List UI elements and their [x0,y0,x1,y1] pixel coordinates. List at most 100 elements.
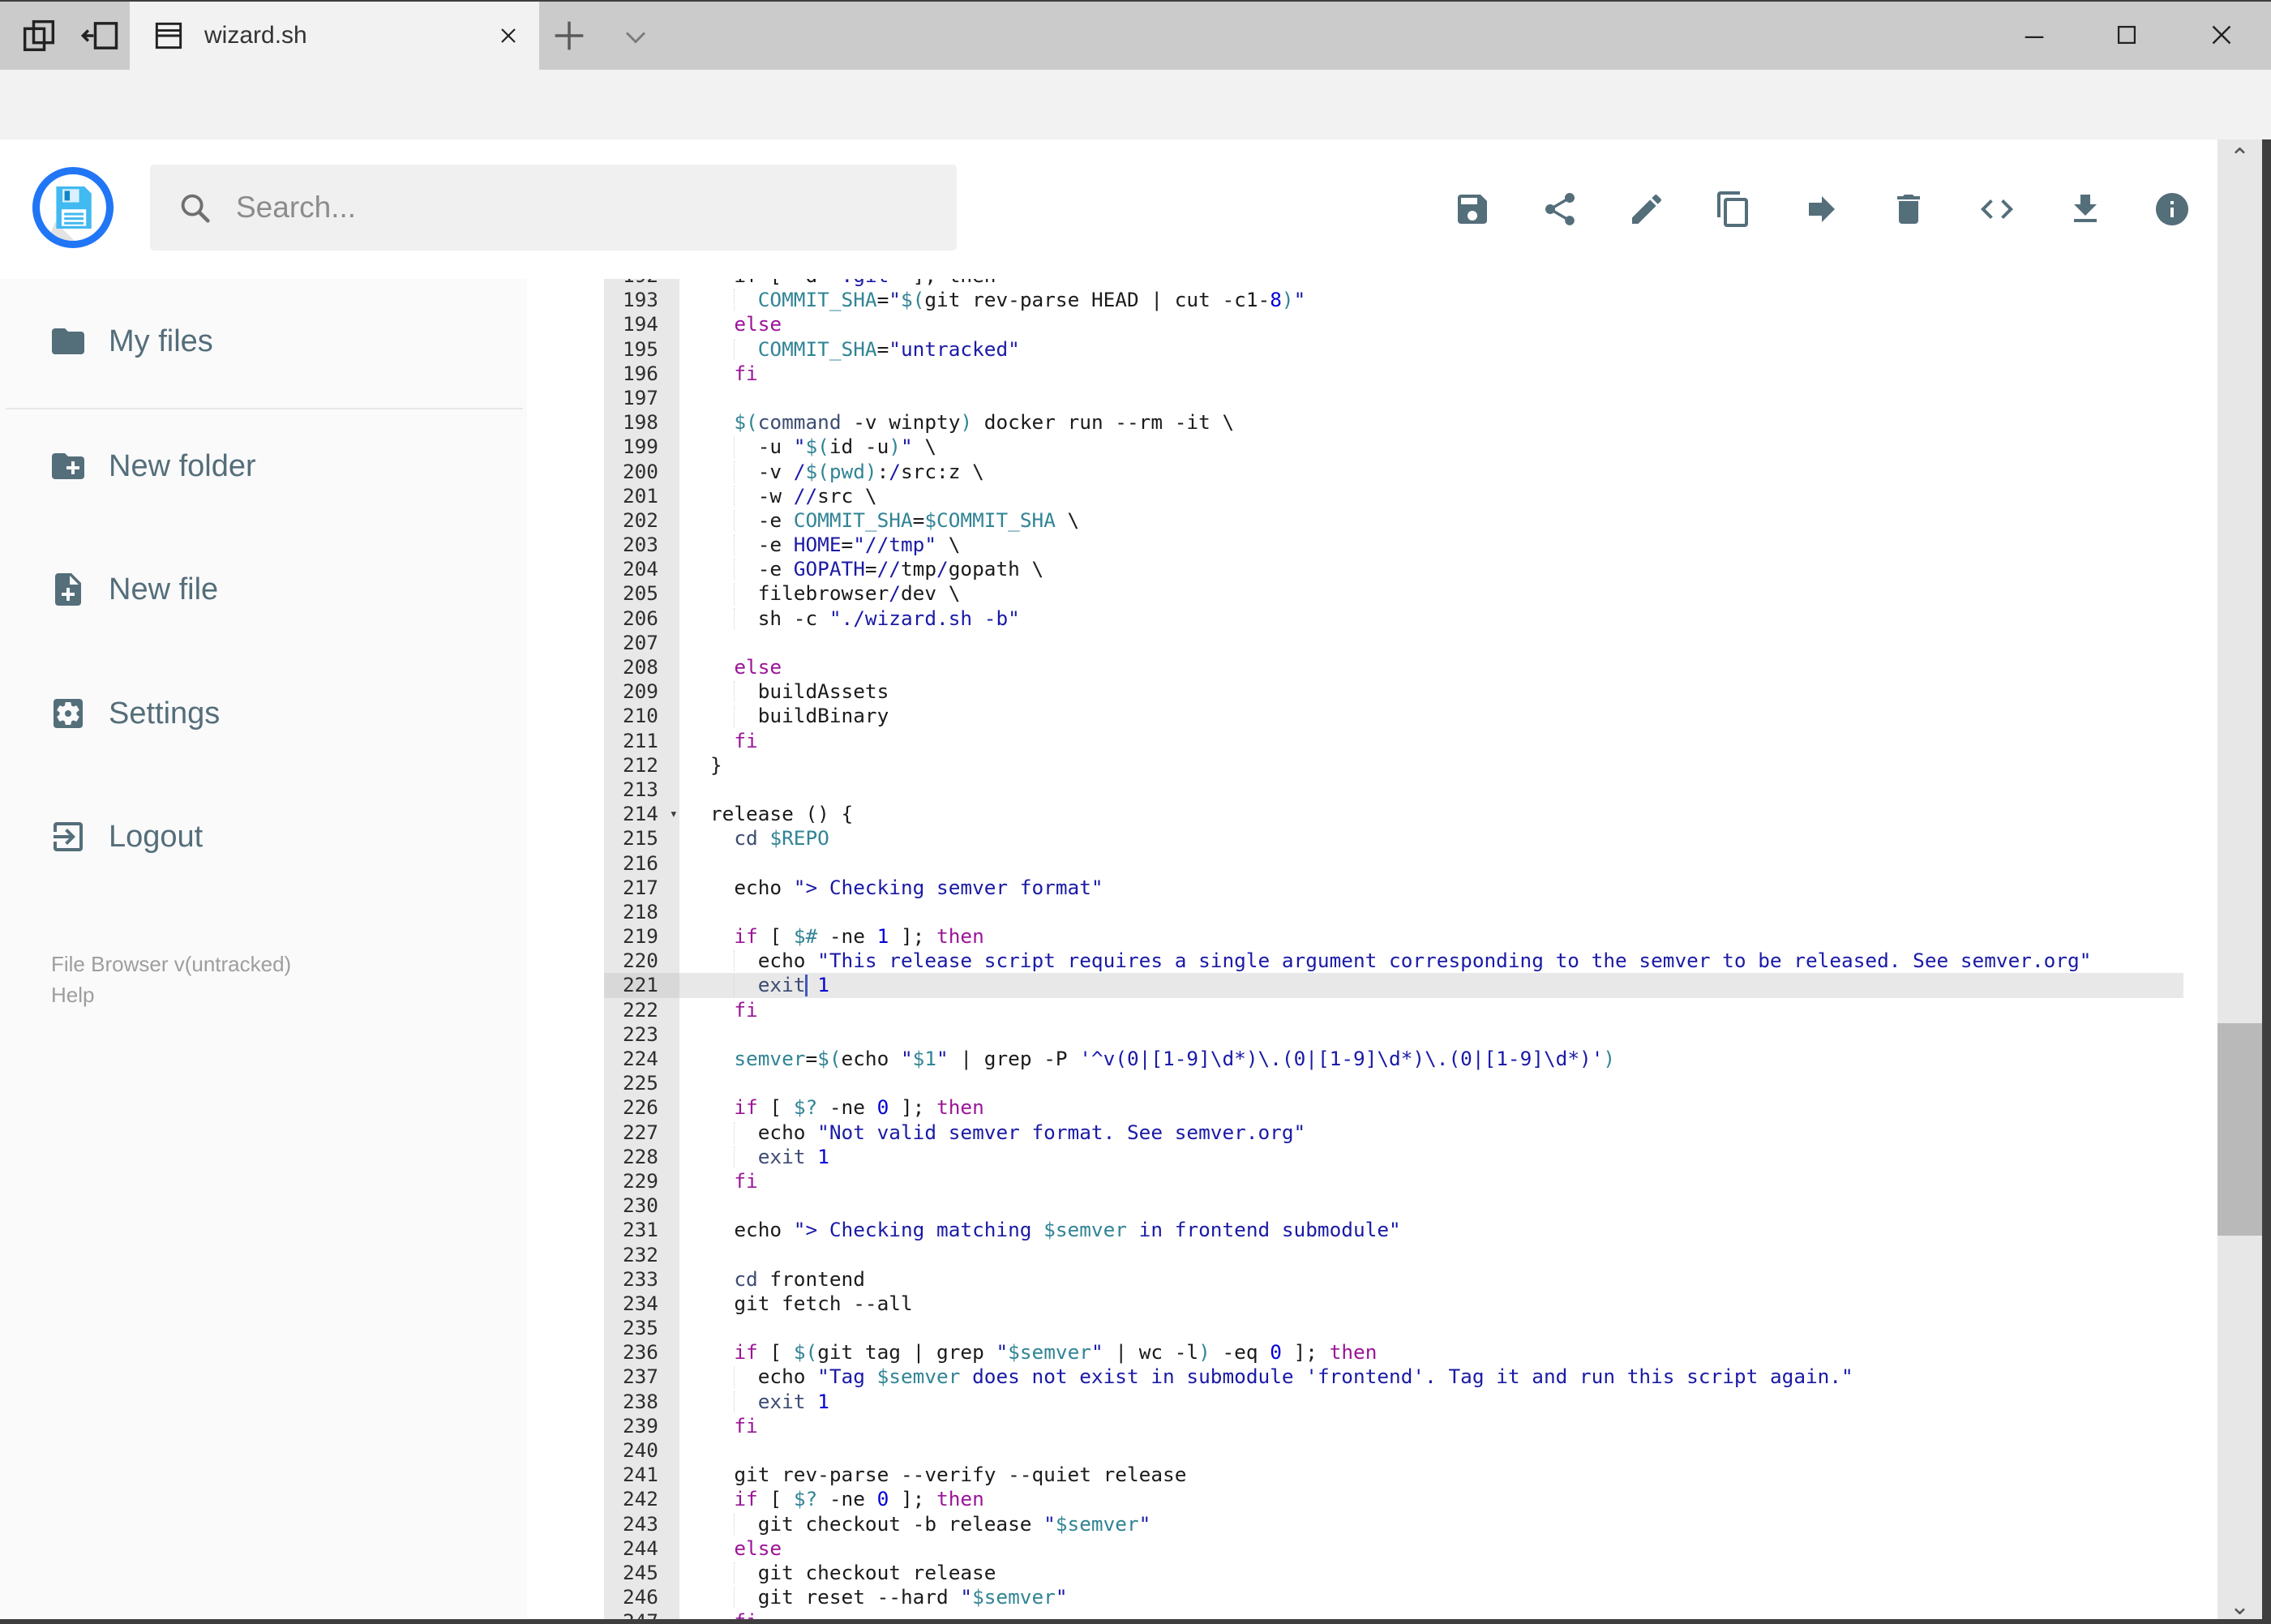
code-line-193[interactable]: COMMIT_SHA="$(git rev-parse HEAD | cut -… [679,288,2183,312]
tab-wizard-sh[interactable]: wizard.sh [130,2,539,70]
code-line-225[interactable] [679,1071,2183,1095]
delete-icon[interactable] [1889,190,1928,229]
code-line-228[interactable]: exit 1 [679,1145,2183,1169]
code-line-217[interactable]: echo "> Checking semver format" [679,876,2183,900]
move-icon[interactable] [1802,190,1841,229]
code-line-211[interactable]: fi [679,729,2183,753]
indent-guide [734,559,735,581]
help-link[interactable]: Help [51,979,291,1010]
code-line-199[interactable]: -u "$(id -u)" \ [679,435,2183,459]
gutter-line-number: 196 [622,361,658,385]
code-line-241[interactable]: git rev-parse --verify --quiet release [679,1463,2183,1487]
code-line-207[interactable] [679,631,2183,655]
code-line-205[interactable]: filebrowser/dev \ [679,581,2183,606]
code-line-198[interactable]: $(command -v winpty) docker run --rm -it… [679,410,2183,435]
code-line-245[interactable]: git checkout release [679,1561,2183,1585]
code-line-246[interactable]: git reset --hard "$semver" [679,1585,2183,1609]
info-icon[interactable] [2153,190,2192,229]
close-icon[interactable] [2186,8,2257,62]
copy-icon[interactable] [1714,190,1753,229]
code-line-195[interactable]: COMMIT_SHA="untracked" [679,337,2183,362]
code-line-192[interactable]: if [ -d ".git" ]; then [679,279,2183,288]
code-line-244[interactable]: else [679,1536,2183,1561]
code-line-201[interactable]: -w //src \ [679,484,2183,508]
code-line-208[interactable]: else [679,655,2183,679]
filebrowser-logo[interactable] [31,165,115,250]
code-line-232[interactable] [679,1243,2183,1267]
code-line-216[interactable] [679,851,2183,876]
new-tab-icon[interactable] [548,15,590,57]
code-line-210[interactable]: buildBinary [679,704,2183,728]
tab-preview-icon[interactable] [618,19,653,55]
sidebar-item-logout[interactable]: Logout [0,796,527,877]
gutter-line-number: 225 [622,1071,658,1095]
code-line-231[interactable]: echo "> Checking matching $semver in fro… [679,1218,2183,1242]
code-line-236[interactable]: if [ $(git tag | grep "$semver" | wc -l)… [679,1340,2183,1365]
indent-guide [734,950,735,972]
search-icon [181,194,210,223]
code-line-215[interactable]: cd $REPO [679,826,2183,851]
code-line-203[interactable]: -e HOME="//tmp" \ [679,533,2183,557]
code-line-196[interactable]: fi [679,362,2183,386]
code-line-240[interactable] [679,1438,2183,1463]
editor-code[interactable]: if [ -d ".git" ]; then COMMIT_SHA="$(git… [679,279,2183,1624]
code-line-218[interactable] [679,900,2183,924]
code-line-204[interactable]: -e GOPATH=//tmp/gopath \ [679,557,2183,581]
code-line-234[interactable]: git fetch --all [679,1292,2183,1316]
code-line-229[interactable]: fi [679,1169,2183,1193]
code-editor[interactable]: 1921931941951961971981992002012022032042… [527,279,2217,1624]
code-line-237[interactable]: echo "Tag $semver does not exist in subm… [679,1365,2183,1389]
code-line-238[interactable]: exit 1 [679,1390,2183,1414]
code-line-213[interactable] [679,778,2183,802]
gutter-line-number: 244 [622,1536,658,1560]
tab-close-icon[interactable] [484,11,533,60]
share-icon[interactable] [1540,190,1579,229]
code-line-222[interactable]: fi [679,998,2183,1022]
gutter-line-number: 236 [622,1340,658,1365]
code-line-212[interactable]: } [679,753,2183,778]
code-line-220[interactable]: echo "This release script requires a sin… [679,949,2183,973]
minimize-icon[interactable] [1999,8,2070,62]
maximize-icon[interactable] [2091,8,2162,62]
sidebar-item-settings[interactable]: Settings [0,673,527,754]
code-line-214[interactable]: release () { [679,802,2183,826]
code-line-223[interactable] [679,1022,2183,1047]
save-icon[interactable] [1453,190,1492,229]
sidebar-item-my-files[interactable]: My files [0,301,527,382]
code-line-202[interactable]: -e COMMIT_SHA=$COMMIT_SHA \ [679,508,2183,533]
code-line-224[interactable]: semver=$(echo "$1" | grep -P '^v(0|[1-9]… [679,1047,2183,1071]
code-line-206[interactable]: sh -c "./wizard.sh -b" [679,606,2183,631]
code-line-243[interactable]: git checkout -b release "$semver" [679,1512,2183,1536]
tab-bar: wizard.sh [0,0,2271,70]
scrollbar-thumb[interactable] [2217,1023,2262,1236]
gutter-line-number: 237 [622,1365,658,1389]
set-aside-tabs-icon[interactable] [18,15,60,57]
code-line-235[interactable] [679,1316,2183,1340]
code-line-226[interactable]: if [ $? -ne 0 ]; then [679,1095,2183,1120]
code-line-242[interactable]: if [ $? -ne 0 ]; then [679,1487,2183,1511]
code-line-239[interactable]: fi [679,1414,2183,1438]
code-line-221[interactable]: exit 1 [679,973,2183,998]
vertical-scrollbar[interactable]: ⌃ ⌄ [2217,139,2262,1624]
gutter-line-number: 229 [622,1168,658,1193]
code-line-227[interactable]: echo "Not valid semver format. See semve… [679,1121,2183,1145]
indent-guide [734,534,735,556]
raw-code-icon[interactable] [1977,190,2016,229]
code-line-209[interactable]: buildAssets [679,679,2183,704]
code-line-194[interactable]: else [679,312,2183,336]
code-line-197[interactable] [679,386,2183,410]
code-line-230[interactable] [679,1193,2183,1218]
indent-guide [734,338,735,360]
fold-arrow-icon[interactable]: ▾ [670,802,678,826]
code-line-233[interactable]: cd frontend [679,1267,2183,1292]
rename-icon[interactable] [1627,190,1666,229]
restore-tabs-icon[interactable] [79,15,122,57]
scroll-up-icon[interactable]: ⌃ [2217,139,2262,175]
sidebar-item-new-file[interactable]: New file [0,549,527,630]
download-icon[interactable] [2066,190,2105,229]
sidebar-item-new-folder[interactable]: New folder [0,426,527,507]
gutter-line-number: 218 [622,899,658,923]
search-input[interactable]: Search... [150,165,957,251]
code-line-200[interactable]: -v /$(pwd):/src:z \ [679,460,2183,484]
code-line-219[interactable]: if [ $# -ne 1 ]; then [679,924,2183,949]
